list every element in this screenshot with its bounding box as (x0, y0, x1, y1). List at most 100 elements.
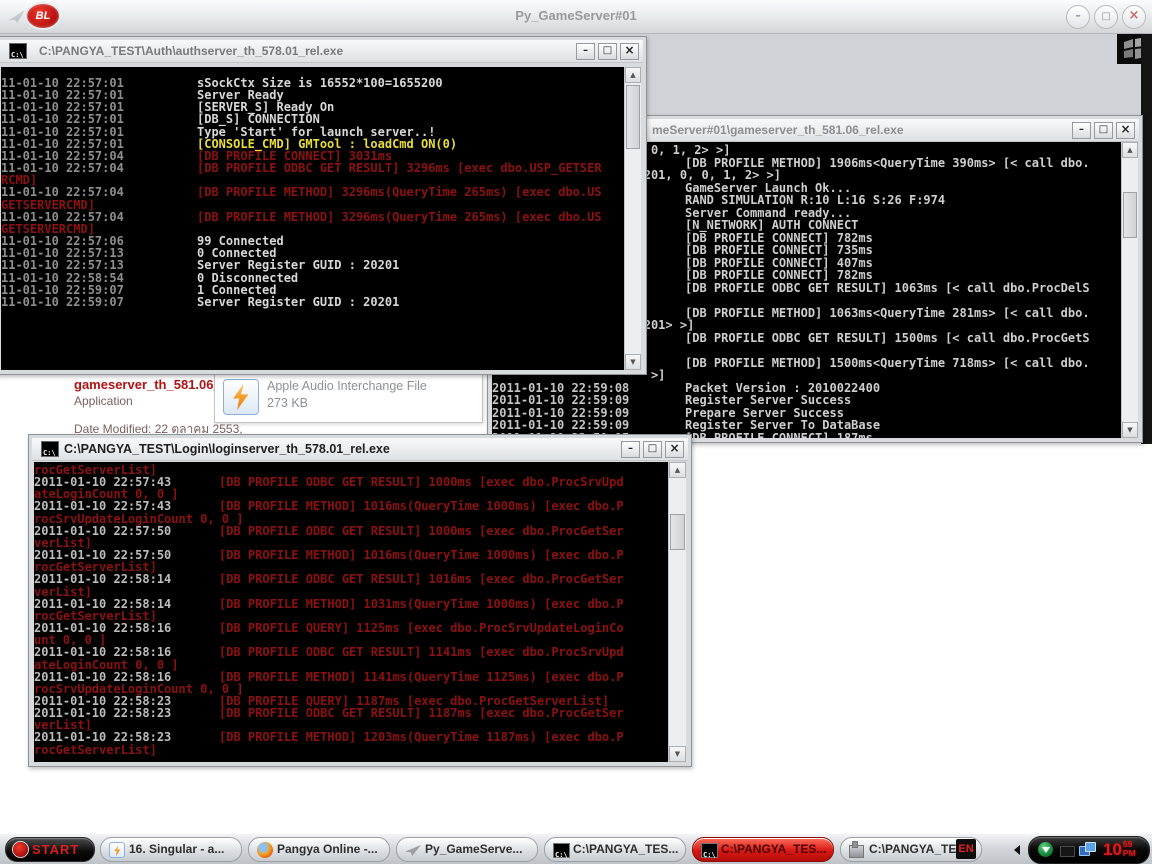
loginserver-scrollbar[interactable] (668, 462, 686, 762)
minimize-button[interactable] (1072, 122, 1091, 139)
scrollbar-thumb[interactable] (670, 514, 685, 550)
log-message: [DB PROFILE ODBC GET RESULT] 1500ms [< c… (685, 330, 1090, 345)
loginserver-console-output[interactable]: rocGetServerList] 2011-01-10 22:57:43 [DB … (34, 462, 669, 762)
cmd-icon (553, 843, 570, 858)
log-timestamp: 11-01-10 22:58:54 (1, 270, 124, 285)
gameserver-window-title: meServer#01\gameserver_th_581.06_rel.exe (652, 123, 904, 137)
start-label: START (32, 842, 80, 857)
clock-ampm: PM (1122, 848, 1136, 858)
log-timestamp: 2011-01-10 22:59:09 (492, 418, 630, 432)
download-manager-tray-icon[interactable] (1038, 842, 1053, 857)
maximize-button[interactable] (598, 43, 617, 60)
system-tray: 10 59 PM (1028, 836, 1150, 864)
log-timestamp: 11-01-10 22:57:13 (1, 258, 124, 273)
log-message: [DB PROFILE ODBC GET RESULT] 1016ms [exe… (219, 572, 624, 587)
authserver-window-title: C:\PANGYA_TEST\Auth\authserver_th_578.01… (39, 44, 344, 58)
tooltip-file-type: Apple Audio Interchange File (267, 379, 427, 393)
minimize-button[interactable] (576, 43, 595, 60)
loginserver-titlebar[interactable]: C:\PANGYA_TEST\Login\loginserver_th_578.… (32, 438, 688, 461)
loginserver-console-window: C:\PANGYA_TEST\Login\loginserver_th_578.… (28, 434, 692, 767)
language-indicator[interactable]: EN (956, 839, 976, 859)
scroll-down-button[interactable] (669, 746, 686, 762)
log-message: [DB PROFILE METHOD] 1016ms(QueryTime 100… (219, 499, 624, 514)
cmd-icon (41, 441, 59, 457)
console-line: 2011-01-10 22:58:23 [DB PROFILE ODBC GET … (34, 707, 669, 719)
log-message: [DB PROFILE METHOD] 1141ms(QueryTime 112… (219, 669, 624, 684)
console-line: 11-01-10 22:58:54 0 Disconnected (1, 270, 625, 285)
app-titlebar[interactable]: BL Py_GameServer#01 (0, 0, 1152, 34)
log-timestamp: 11-01-10 22:57:01 (1, 112, 124, 127)
taskbar-button[interactable]: 16. Singular - a... (100, 837, 242, 862)
lightning-bolt-icon (233, 384, 249, 410)
log-message: Server Register GUID : 20201 (197, 294, 400, 309)
gameserver-scrollbar[interactable] (1121, 142, 1138, 438)
scroll-down-button[interactable] (625, 354, 641, 370)
firefox-icon (257, 842, 273, 858)
loginserver-window-title: C:\PANGYA_TEST\Login\loginserver_th_578.… (64, 442, 390, 456)
close-button[interactable] (620, 43, 639, 60)
close-button[interactable] (665, 441, 684, 458)
network-monitors-tray-icon[interactable] (1079, 842, 1096, 857)
taskbar-button[interactable]: Py_GameServe... (396, 837, 538, 862)
log-message: [DB PROFILE ODBC GET RESULT] 1187ms [exe… (219, 706, 624, 721)
desktop-screen: BL Py_GameServer#01 gameserver_th_581.06… (0, 0, 1152, 864)
log-timestamp: 11-01-10 22:57:01 (1, 124, 124, 139)
scrollbar-thumb[interactable] (626, 85, 640, 149)
app-title: Py_GameServer#01 (515, 8, 637, 23)
winamp-icon (109, 842, 125, 858)
log-message: [DB PROFILE ODBC GET RESULT] 1000ms [exe… (219, 475, 624, 490)
log-message: [DB PROFILE ODBC GET RESULT] 3296ms [exe… (197, 161, 602, 176)
authserver-console-window: C:\PANGYA_TEST\Auth\authserver_th_578.01… (0, 36, 647, 375)
start-button[interactable]: START (5, 837, 95, 862)
cmd-icon (701, 843, 718, 858)
taskbar: START 16. Singular - a... Pangya Online -… (0, 832, 1152, 864)
log-message: [DB PROFILE CONNECT] 187ms (685, 430, 873, 438)
taskbar-button[interactable]: Pangya Online -... (248, 837, 390, 862)
clock-hour: 10 (1103, 840, 1122, 859)
console-line: 2011-01-10 22:58:16 [DB PROFILE QUERY] 11… (34, 622, 669, 634)
scroll-up-button[interactable] (669, 462, 686, 478)
taskbar-button-label: Py_GameServe... (425, 843, 523, 856)
taskbar-button-label: C:\PANGYA_TES... (721, 843, 827, 856)
log-message: [DB PROFILE ODBC GET RESULT] 1141ms [exe… (219, 645, 624, 660)
log-message: [DB PROFILE METHOD] 1016ms(QueryTime 100… (219, 548, 624, 563)
log-message: [DB PROFILE METHOD] 1063ms<QueryTime 281… (685, 305, 1090, 320)
start-logo-icon (13, 842, 28, 857)
scroll-down-button[interactable] (1122, 422, 1138, 438)
scrollbar-thumb[interactable] (1123, 192, 1137, 238)
file-name: gameserver_th_581.06_rel.exe (74, 377, 262, 392)
taskbar-button[interactable]: C:\PANGYA_TES... (692, 837, 834, 862)
taskbar-button-label: 16. Singular - a... (129, 843, 225, 856)
authserver-console-output[interactable]: 11-01-10 22:57:01 sSockCtx Size is 16552*… (1, 67, 625, 370)
taskbar-button[interactable]: C:\PANGYA_TES... (544, 837, 686, 862)
log-timestamp: 11-01-10 22:59:07 (1, 282, 124, 297)
maximize-button[interactable] (643, 441, 662, 458)
log-message: [DB PROFILE ODBC GET RESULT] 1063ms [< c… (685, 280, 1090, 295)
paper-plane-icon (405, 845, 421, 856)
log-message: rocGetServerList] (34, 742, 157, 757)
log-message: [DB PROFILE METHOD] 1203ms(QueryTime 118… (219, 730, 624, 745)
maximize-button[interactable] (1094, 122, 1113, 139)
console-line: 11-01-10 22:57:13 Server Register GUID : … (1, 259, 625, 271)
app-minimize-button[interactable] (1066, 5, 1090, 29)
tool-icon (849, 841, 864, 858)
scroll-up-button[interactable] (1122, 142, 1138, 158)
tray-badge-icon[interactable] (1060, 846, 1075, 857)
app-close-button[interactable] (1122, 5, 1146, 29)
log-message: [DB PROFILE METHOD] 1500ms<QueryTime 718… (685, 355, 1090, 370)
log-message: [DB PROFILE ODBC GET RESULT] 1000ms [exe… (219, 523, 624, 538)
close-button[interactable] (1116, 122, 1135, 139)
app-maximize-button[interactable] (1094, 5, 1118, 29)
log-message: [DB PROFILE METHOD] 3296ms(QueryTime 265… (197, 209, 602, 224)
file-info-tooltip: Apple Audio Interchange File 273 KB (214, 371, 483, 423)
scroll-up-button[interactable] (625, 67, 641, 83)
authserver-titlebar[interactable]: C:\PANGYA_TEST\Auth\authserver_th_578.01… (0, 40, 643, 63)
console-line: 11-01-10 22:57:04 [DB PROFILE ODBC GET RE… (1, 162, 625, 174)
console-line: 2011-01-10 22:57:50 [DB PROFILE ODBC GET … (34, 525, 669, 537)
taskbar-button-label: Pangya Online -... (277, 843, 378, 856)
log-timestamp: 2011-01-10 22:59:09 (492, 393, 630, 407)
taskbar-clock[interactable]: 10 59 PM (1103, 840, 1136, 860)
authserver-scrollbar[interactable] (624, 67, 641, 370)
tray-expand-arrow-icon[interactable] (1014, 845, 1020, 855)
minimize-button[interactable] (621, 441, 640, 458)
